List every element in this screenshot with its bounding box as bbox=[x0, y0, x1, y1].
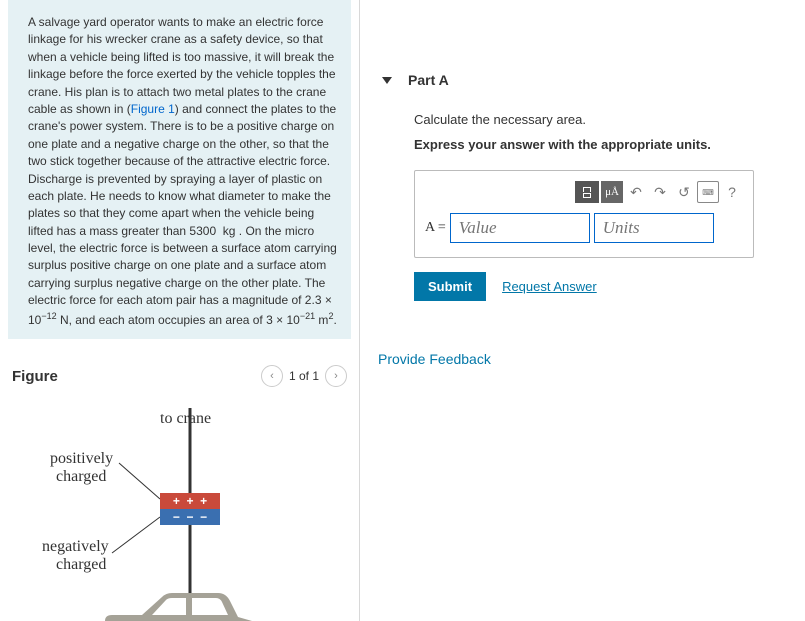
units-input[interactable] bbox=[594, 213, 714, 243]
label-positively: positively bbox=[50, 450, 113, 467]
keyboard-icon[interactable]: ⌨ bbox=[697, 181, 719, 203]
figure-title: Figure bbox=[12, 368, 58, 385]
undo-icon[interactable]: ↶ bbox=[625, 181, 647, 203]
problem-statement: A salvage yard operator wants to make an… bbox=[8, 0, 351, 339]
caret-down-icon bbox=[382, 77, 392, 84]
figure-nav: ‹ 1 of 1 › bbox=[261, 365, 347, 387]
part-label: Part A bbox=[408, 72, 449, 88]
prev-figure-button[interactable]: ‹ bbox=[261, 365, 283, 387]
next-figure-button[interactable]: › bbox=[325, 365, 347, 387]
problem-text-1: A salvage yard operator wants to make an… bbox=[28, 15, 336, 116]
figure-diagram: to crane positively charged negatively c… bbox=[30, 403, 330, 621]
provide-feedback-link[interactable]: Provide Feedback bbox=[378, 351, 787, 367]
label-to-crane: to crane bbox=[160, 410, 211, 427]
problem-text-2: ) and connect the plates to the crane's … bbox=[28, 102, 337, 327]
redo-icon[interactable]: ↷ bbox=[649, 181, 671, 203]
lead-line-neg bbox=[112, 517, 160, 553]
lead-line-pos bbox=[119, 463, 160, 499]
submit-button[interactable]: Submit bbox=[414, 272, 486, 301]
figure-link[interactable]: Figure 1 bbox=[131, 102, 175, 116]
answer-input-row: A = bbox=[425, 213, 743, 243]
exp-1: −12 bbox=[41, 311, 56, 321]
request-answer-link[interactable]: Request Answer bbox=[502, 279, 597, 294]
exp-2: −21 bbox=[300, 311, 315, 321]
action-row: Submit Request Answer bbox=[414, 272, 787, 301]
instruction-express: Express your answer with the appropriate… bbox=[414, 137, 787, 152]
part-header[interactable]: Part A bbox=[382, 72, 787, 88]
plate-plus-signs: + + + bbox=[172, 494, 206, 508]
answer-box: μÅ ↶ ↷ ↺ ⌨ ? A = bbox=[414, 170, 754, 258]
figure-counter: 1 of 1 bbox=[289, 369, 319, 383]
plate-minus-signs: − − − bbox=[172, 510, 206, 524]
answer-toolbar: μÅ ↶ ↷ ↺ ⌨ ? bbox=[425, 181, 743, 203]
reset-icon[interactable]: ↺ bbox=[673, 181, 695, 203]
units-tool-icon[interactable]: μÅ bbox=[601, 181, 623, 203]
unit-2: m bbox=[315, 313, 328, 327]
unit-1: N, and each atom occupies an area of 3 ×… bbox=[57, 313, 300, 327]
instruction-text: Calculate the necessary area. bbox=[414, 112, 787, 127]
label-charged-2: charged bbox=[56, 556, 106, 573]
value-input[interactable] bbox=[450, 213, 590, 243]
problem-tail: . bbox=[333, 313, 336, 327]
right-column: Part A Calculate the necessary area. Exp… bbox=[360, 0, 805, 621]
left-column: A salvage yard operator wants to make an… bbox=[0, 0, 360, 621]
figure-body: to crane positively charged negatively c… bbox=[8, 393, 351, 621]
label-negatively: negatively bbox=[42, 538, 109, 555]
help-icon[interactable]: ? bbox=[721, 181, 743, 203]
fraction-tool-icon[interactable] bbox=[575, 181, 599, 203]
equation-label: A = bbox=[425, 220, 446, 236]
figure-header: Figure ‹ 1 of 1 › bbox=[8, 361, 351, 393]
label-charged-1: charged bbox=[56, 468, 106, 485]
